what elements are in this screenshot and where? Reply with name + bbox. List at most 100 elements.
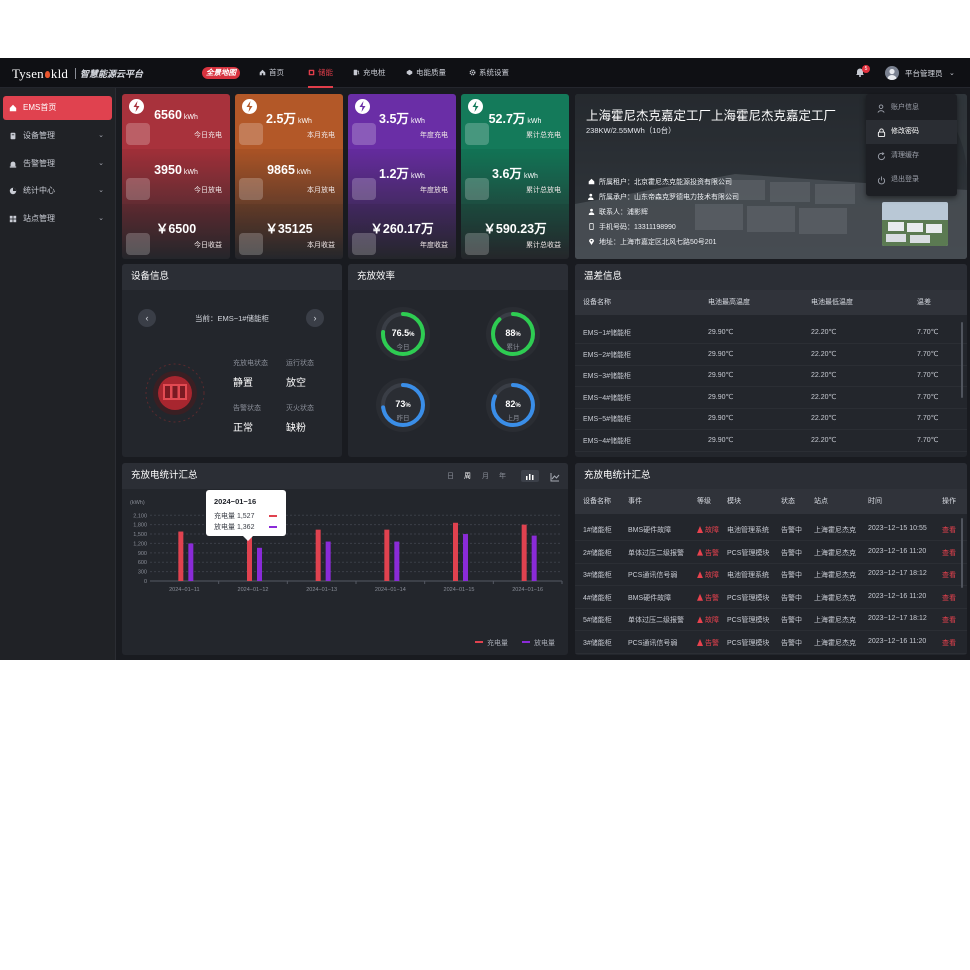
menu-item-clear-cache[interactable]: 清理缓存 [866,144,957,168]
charge-bar[interactable] [453,522,458,581]
charge-bar[interactable] [521,524,527,581]
discharge-bar[interactable] [531,535,537,581]
gauge-number: 73 [395,399,406,409]
stat-number: 3.6万 [492,167,522,181]
cell-text: 电池管理系统 [727,527,769,534]
table-cell: 告警中 [781,593,802,603]
gauge-unit: % [409,332,415,338]
legend-charge: 充电量 [475,638,508,648]
menu-item-logout[interactable]: 退出登录 [866,168,957,192]
table-cell: 2023−12−16 11:20 [868,638,926,645]
discharge-bar[interactable] [257,547,262,581]
stat-label: 年度收益 [420,242,448,249]
discharge-bar[interactable] [463,534,468,581]
chevron-down-icon[interactable]: ⌄ [949,69,955,77]
warning-icon [697,526,703,533]
sidebar-item-alarm-management[interactable]: 告警管理 ⌄ [3,152,112,176]
logo[interactable]: Tysen kld [12,66,68,82]
cell-text: 告警中 [781,572,802,580]
menu-item-account-info[interactable]: 账户信息 [866,96,957,120]
stat-item: 1.2万 kWh 年度放电 [348,149,456,204]
row-divider [575,407,967,409]
username[interactable]: 平台管理员 [905,68,943,79]
table-cell: 29.90℃ [708,372,734,379]
site-photo-thumbnail[interactable] [882,202,948,246]
view-link[interactable]: 查看 [942,593,956,603]
table-cell: EMS−5#储能柜 [583,416,632,423]
view-link[interactable]: 查看 [942,570,956,580]
cell-text: PCS管理模块 [727,549,770,557]
stat-item: ￥590.23万 累计总收益 [461,204,569,259]
sidebar-item-statistics-center[interactable]: 统计中心 ⌄ [3,179,112,203]
sidebar-item-ems-home[interactable]: EMS首页 [3,96,112,120]
sidebar-item-site-management[interactable]: 站点管理 ⌄ [3,207,112,231]
range-day[interactable]: 日 [447,471,454,481]
table-cell: 上海霍尼杰克 [814,638,856,648]
table-cell: EMS−2#储能柜 [583,351,632,359]
range-year[interactable]: 年 [499,471,506,481]
table-cell: 7.70℃ [917,436,939,444]
cell-text: 上海霍尼杰克 [814,640,856,647]
bar-view-button[interactable] [521,470,539,482]
cell-text: 2023−12−16 11:20 [868,547,927,555]
charge-bar[interactable] [315,529,321,581]
stat-value: ￥35125 [235,218,343,237]
view-link[interactable]: 查看 [942,525,956,535]
home-icon [588,178,595,185]
tooltip-charge: 充电量 1,527 [214,513,255,520]
line-chart-icon [550,473,560,482]
y-tick-label: 300 [138,570,147,576]
cell-text: 故障 [705,617,719,625]
table-cell: 告警中 [781,638,802,648]
view-link[interactable]: 查看 [942,615,956,625]
efficiency-gauges [376,307,540,432]
stat-unit: kWh [410,173,425,180]
nav-charging-pile[interactable]: 充电桩 [353,58,386,88]
view-link[interactable]: 查看 [942,638,956,648]
table-cell: 4#储能柜 [583,593,612,603]
stat-label: 今日放电 [194,187,222,194]
discharge-bar[interactable] [394,541,400,581]
scrollbar[interactable] [961,322,963,398]
nav-home[interactable]: 首页 [259,58,284,88]
range-month[interactable]: 月 [482,471,489,481]
gauge-total-value: 88% [488,328,538,338]
chevron-down-icon: ⌄ [98,160,104,167]
charge-status-value: 静置 [233,378,253,389]
range-week[interactable]: 周 [464,471,471,481]
table-cell: 2#储能柜 [583,548,612,558]
stat-item: 2.5万 kWh 本月充电 [235,94,343,149]
discharge-bar[interactable] [325,541,331,581]
nav-system-settings[interactable]: 系统设置 [469,58,509,88]
flame-icon [44,71,50,78]
stat-number: 2.5万 [266,112,296,126]
avatar[interactable] [885,66,899,80]
top-bar: Tysen kld 智慧能源云平台 全景地图 首页 储能 充电桩 电能质量 系统设… [0,58,970,88]
cell-text: 2023−12−17 18:12 [868,615,927,623]
device-icon [10,132,16,140]
menu-item-change-password[interactable]: 修改密码 [866,120,957,144]
gauge-today-label: 今日 [396,344,410,351]
phone-icon [589,223,594,230]
discharge-bar[interactable] [188,543,194,581]
charge-bar[interactable] [384,529,390,581]
row-divider [575,607,967,609]
stat-value: 6560 kWh [122,108,230,122]
view-link[interactable]: 查看 [942,548,956,558]
nav-power-quality[interactable]: 电能质量 [406,58,446,88]
charge-bar[interactable] [247,535,252,581]
charge-bar[interactable] [178,531,184,581]
line-view-button[interactable] [546,470,564,482]
stat-value: 52.7万 kWh [461,108,569,127]
cell-text: PCS通讯信号弱 [628,640,678,647]
sidebar-item-device-management[interactable]: 设备管理 ⌄ [3,124,112,148]
nav-energy-storage[interactable]: 储能 [308,58,333,88]
stat-decoration [126,178,150,200]
x-tick-label: 2024−01−12 [238,587,269,593]
panel-title: 设备信息 [122,264,342,290]
table-cell: PCS通讯信号弱 [628,638,677,648]
panorama-map-button[interactable]: 全景地图 [202,67,240,79]
scrollbar[interactable] [961,518,963,588]
column-header: 温差 [917,299,931,306]
cell-text: 查看 [942,549,956,557]
